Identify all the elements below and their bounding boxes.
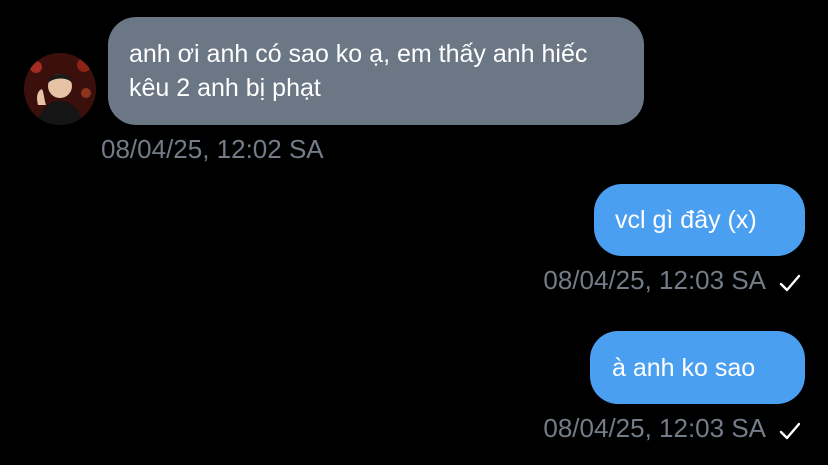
chat-thread: anh ơi anh có sao ko ạ, em thấy anh hiếc… [0, 0, 828, 465]
outgoing-message-bubble[interactable]: à anh ko sao [590, 331, 805, 404]
message-timestamp: 08/04/25, 12:03 SA [543, 413, 766, 443]
incoming-message-bubble[interactable]: anh ơi anh có sao ko ạ, em thấy anh hiếc… [108, 17, 644, 125]
checkmark-icon [779, 422, 801, 440]
message-timestamp: 08/04/25, 12:03 SA [543, 265, 766, 295]
message-text: anh ơi anh có sao ko ạ, em thấy anh hiếc… [129, 40, 588, 102]
message-text: à anh ko sao [612, 354, 756, 382]
message-text: vcl gì đây (x) [615, 206, 757, 234]
user-avatar-icon[interactable] [24, 53, 96, 125]
checkmark-icon [779, 274, 801, 292]
message-timestamp: 08/04/25, 12:02 SA [101, 134, 324, 164]
outgoing-message-bubble[interactable]: vcl gì đây (x) [594, 184, 805, 256]
